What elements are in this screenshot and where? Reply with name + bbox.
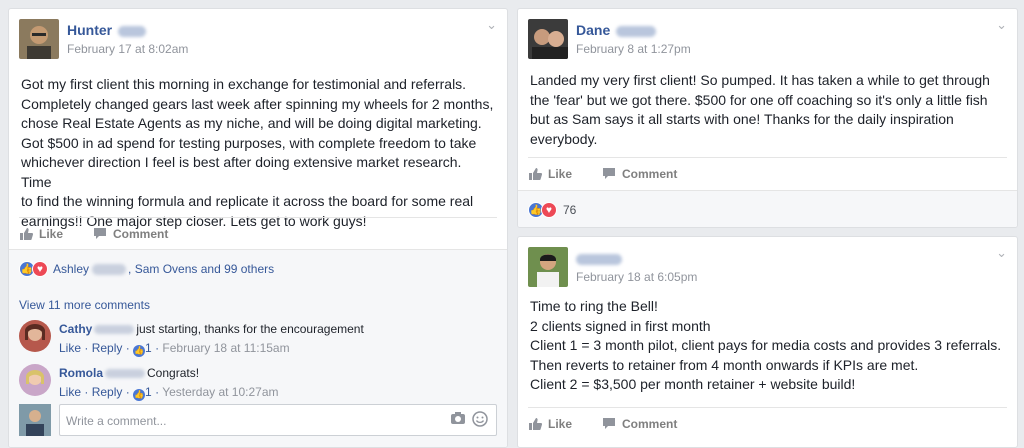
- write-comment-row: Write a comment...: [19, 404, 497, 438]
- comment-reply-link[interactable]: Reply: [92, 341, 123, 355]
- post-actions: Like Comment: [528, 157, 1007, 189]
- post-header: February 18 at 6:05pm ⌄: [518, 237, 1017, 295]
- view-more-comments-link[interactable]: View 11 more comments: [9, 298, 507, 312]
- comment-button[interactable]: Comment: [93, 227, 168, 241]
- post-text: Time to ring the Bell! 2 clients signed …: [530, 298, 1002, 392]
- comment-item: Cathy just starting, thanks for the encou…: [9, 320, 507, 362]
- comment-timestamp[interactable]: Yesterday at 10:27am: [162, 385, 278, 399]
- comment-like-link[interactable]: Like: [59, 385, 81, 399]
- like-button[interactable]: Like: [19, 227, 63, 241]
- comment-like-count[interactable]: 1: [145, 341, 152, 355]
- comment-icon: [603, 168, 616, 179]
- commenter-avatar[interactable]: [19, 320, 51, 352]
- heart-reaction-icon: ♥: [32, 261, 48, 277]
- comment-icon: [94, 228, 107, 239]
- post-card-hunter: Hunter February 17 at 8:02am ⌄ Got my fi…: [8, 8, 508, 448]
- thumbs-up-icon: [20, 228, 33, 240]
- comment-item: Romola Congrats! Like · Reply · 👍1 · Yest…: [9, 364, 507, 406]
- post-card-dane: Dane February 8 at 1:27pm ⌄ Landed my ve…: [517, 8, 1018, 228]
- author-name[interactable]: Dane: [576, 22, 657, 38]
- post-timestamp[interactable]: February 18 at 6:05pm: [576, 270, 697, 284]
- post-card-third: February 18 at 6:05pm ⌄ Time to ring the…: [517, 236, 1018, 448]
- comment-input[interactable]: Write a comment...: [59, 404, 497, 436]
- comment-button[interactable]: Comment: [602, 417, 677, 431]
- reaction-count: 76: [563, 203, 577, 217]
- thumbs-up-icon: [529, 168, 542, 180]
- comment-icon: [603, 418, 616, 429]
- comment-button[interactable]: Comment: [602, 167, 677, 181]
- author-avatar[interactable]: [528, 19, 568, 59]
- commenter-name[interactable]: Cathy: [59, 322, 92, 336]
- comment-like-count[interactable]: 1: [145, 385, 152, 399]
- comment-timestamp[interactable]: February 18 at 11:15am: [162, 341, 289, 355]
- post-timestamp[interactable]: February 17 at 8:02am: [67, 42, 188, 56]
- thumbs-up-icon: [529, 418, 542, 430]
- author-name[interactable]: [576, 250, 622, 266]
- comment-text: just starting, thanks for the encouragem…: [136, 322, 364, 336]
- post-header: Dane February 8 at 1:27pm ⌄: [518, 9, 1017, 67]
- like-button[interactable]: Like: [528, 167, 572, 181]
- comment-text: Congrats!: [147, 366, 200, 380]
- comment-meta: Like · Reply · 👍1 · Yesterday at 10:27am: [59, 385, 279, 401]
- post-timestamp[interactable]: February 8 at 1:27pm: [576, 42, 691, 56]
- heart-reaction-icon: ♥: [541, 202, 557, 218]
- camera-icon[interactable]: [450, 411, 466, 428]
- emoji-icon[interactable]: [472, 411, 488, 430]
- reactions-summary: 👍 ♥ 76: [518, 190, 1017, 227]
- like-count-icon: 👍: [133, 344, 146, 357]
- chevron-down-icon[interactable]: ⌄: [486, 17, 497, 33]
- comment-reply-link[interactable]: Reply: [92, 385, 123, 399]
- like-button[interactable]: Like: [528, 417, 572, 431]
- reactions-and-comments: 👍 ♥ Ashley, Sam Ovens and 99 others View…: [9, 249, 507, 447]
- post-actions: Like Comment: [528, 407, 1007, 439]
- reactions-summary[interactable]: 👍 ♥ Ashley, Sam Ovens and 99 others: [9, 250, 507, 288]
- author-name[interactable]: Hunter: [67, 22, 147, 38]
- chevron-down-icon[interactable]: ⌄: [996, 17, 1007, 33]
- chevron-down-icon[interactable]: ⌄: [996, 245, 1007, 261]
- commenter-name[interactable]: Romola: [59, 366, 103, 380]
- comment-meta: Like · Reply · 👍1 · February 18 at 11:15…: [59, 341, 290, 357]
- commenter-avatar[interactable]: [19, 364, 51, 396]
- post-actions: Like Comment: [19, 217, 497, 249]
- post-header: Hunter February 17 at 8:02am ⌄: [9, 9, 507, 67]
- author-avatar[interactable]: [528, 247, 568, 287]
- author-avatar[interactable]: [19, 19, 59, 59]
- post-text: Got my first client this morning in exch…: [21, 76, 494, 229]
- like-count-icon: 👍: [133, 388, 146, 401]
- post-text: Landed my very first client! So pumped. …: [530, 72, 990, 147]
- comment-like-link[interactable]: Like: [59, 341, 81, 355]
- current-user-avatar: [19, 404, 51, 436]
